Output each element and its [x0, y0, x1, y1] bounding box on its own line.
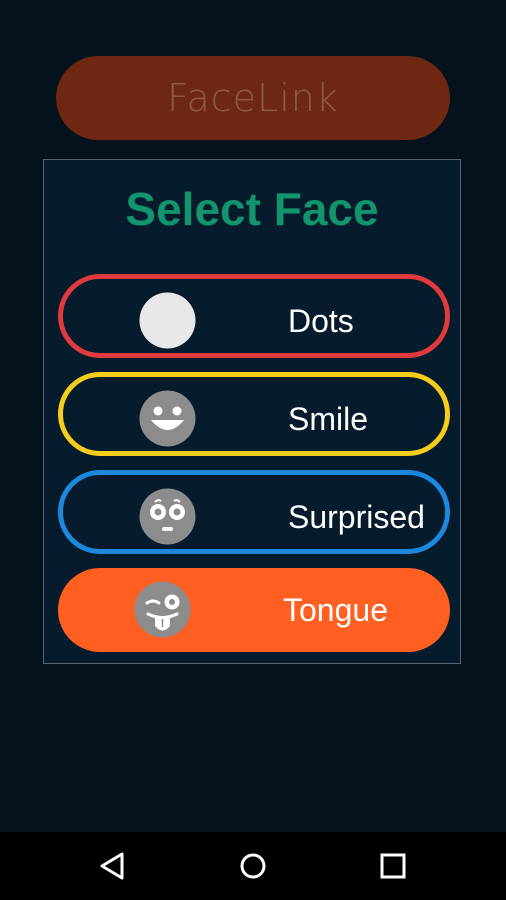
select-face-dialog: Select Face Dots Smile Surprised Tongue — [43, 159, 461, 664]
recents-icon[interactable] — [373, 846, 413, 886]
option-label: Tongue — [283, 592, 388, 628]
option-label: Smile — [288, 401, 369, 437]
app-title: FaceLink — [167, 76, 339, 120]
app-title-banner: FaceLink — [56, 56, 450, 140]
option-smile-button[interactable]: Smile — [58, 372, 450, 456]
navigation-bar — [0, 832, 506, 900]
option-label: Dots — [288, 303, 354, 339]
screen: FaceLink Select Face Dots Smile Surprise… — [0, 0, 506, 900]
option-dots-button[interactable]: Dots — [58, 274, 450, 358]
dots-face-icon — [139, 292, 196, 349]
option-label: Surprised — [288, 499, 425, 535]
surprised-face-icon — [139, 488, 196, 545]
option-tongue-button[interactable]: Tongue — [58, 568, 450, 652]
dialog-title: Select Face — [125, 183, 379, 235]
tongue-face-icon — [134, 581, 191, 638]
back-icon[interactable] — [93, 846, 133, 886]
smile-face-icon — [139, 390, 196, 447]
home-icon[interactable] — [233, 846, 273, 886]
option-surprised-button[interactable]: Surprised — [58, 470, 450, 554]
